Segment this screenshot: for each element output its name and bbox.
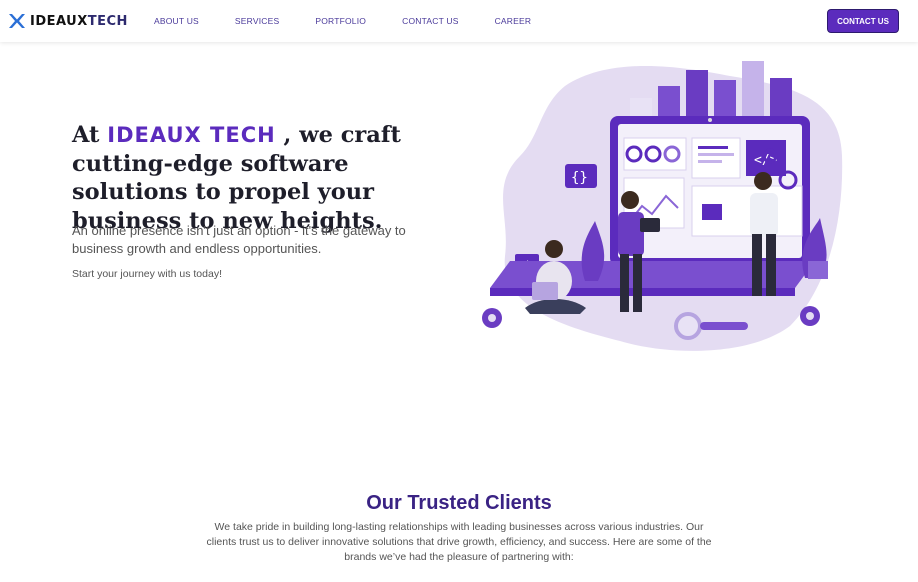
nav-services[interactable]: SERVICES (235, 16, 279, 26)
hero-title: At IDEAUX TECH , we craft cutting-edge s… (72, 121, 462, 235)
site-header: IDEAUXTECH ABOUT US SERVICES PORTFOLIO C… (0, 0, 918, 42)
clients-description: We take pride in building long-lasting r… (206, 521, 712, 563)
hero-cta-text: Start your journey with us today! (72, 268, 222, 280)
logo[interactable]: IDEAUXTECH (8, 13, 128, 29)
main-nav: ABOUT US SERVICES PORTFOLIO CONTACT US C… (154, 16, 567, 26)
hero-subtitle: An online presence isn't just an option … (72, 223, 406, 256)
nav-career[interactable]: CAREER (495, 16, 532, 26)
nav-contact-us[interactable]: CONTACT US (402, 16, 458, 26)
clients-title: Our Trusted Clients (366, 492, 552, 514)
svg-text:{}: {} (571, 170, 588, 186)
logo-text-a: IDEAUX (30, 13, 88, 29)
logo-text-b: TECH (87, 13, 128, 29)
hero-title-prefix: At (72, 122, 108, 148)
logo-x-icon (9, 14, 25, 28)
nav-portfolio[interactable]: PORTFOLIO (315, 16, 366, 26)
nav-about-us[interactable]: ABOUT US (154, 16, 199, 26)
logo-text: IDEAUXTECH (30, 14, 128, 29)
contact-us-button[interactable]: CONTACT US (827, 9, 899, 33)
hero-illustration: </> {} </> (482, 61, 843, 351)
hero-title-brand: IDEAUX TECH (107, 123, 276, 147)
